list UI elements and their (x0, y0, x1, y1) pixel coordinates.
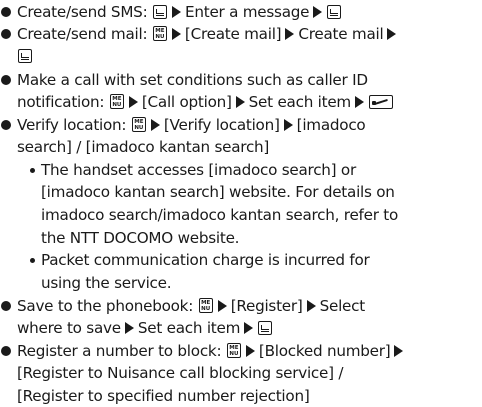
triangle-right-icon (394, 345, 404, 357)
item-label: Save to the phonebook: (17, 297, 194, 315)
note-text: the NTT DOCOMO website. (41, 229, 240, 247)
step-text: [Register to specified number rejection] (17, 387, 310, 405)
triangle-right-icon (244, 322, 254, 334)
triangle-right-icon (150, 119, 160, 131)
step-text: Enter a message (185, 3, 310, 21)
list-item-phonebook-cont: where to save Set each item (17, 317, 273, 339)
sub-bullet-icon (30, 168, 35, 173)
step-text: search] / [imadoco kantan search] (17, 138, 270, 156)
mail-key-icon (327, 5, 342, 19)
sub-note-cont: using the service. (41, 272, 172, 294)
mail-key-icon (258, 321, 273, 335)
menu-key-icon: ME NU (131, 117, 146, 132)
mail-key-icon (153, 5, 168, 19)
item-label: Create/send SMS: (17, 3, 148, 21)
step-text: [Register] (230, 297, 303, 315)
triangle-right-icon (306, 300, 316, 312)
mail-key-icon (18, 49, 32, 63)
triangle-right-icon (245, 345, 255, 357)
step-text: Set each item (248, 93, 352, 111)
item-label: Register a number to block: (17, 342, 222, 360)
triangle-right-icon (172, 6, 182, 18)
menu-key-icon: ME NU (152, 26, 167, 41)
sub-bullet-icon (30, 258, 35, 263)
triangle-right-icon (285, 28, 295, 40)
list-item-mail-cont (17, 45, 33, 67)
list-item-call-cont: notification: ME NU [Call option] Set each … (17, 91, 394, 113)
list-item-location-cont: search] / [imadoco kantan search] (17, 136, 269, 158)
item-label: Make a call with set conditions such as … (17, 71, 368, 89)
note-text: imadoco search/imadoco kantan search, re… (41, 206, 399, 224)
step-text: [imadoco (296, 116, 366, 134)
bullet-icon (1, 120, 11, 130)
bullet-icon (1, 29, 11, 39)
triangle-right-icon (235, 96, 245, 108)
triangle-right-icon (171, 28, 181, 40)
step-text: Set each item (137, 319, 241, 337)
bullet-icon (1, 7, 11, 17)
triangle-right-icon (354, 96, 364, 108)
triangle-right-icon (313, 6, 323, 18)
call-key-icon (368, 95, 393, 109)
note-text: Packet communication charge is incurred … (41, 251, 370, 269)
menu-key-icon: ME NU (226, 343, 241, 358)
list-item-block-cont: [Register to specified number rejection] (17, 385, 310, 407)
step-text: [Register to Nuisance call blocking serv… (17, 364, 344, 382)
triangle-right-icon (124, 322, 134, 334)
step-text: Create mail (298, 25, 384, 43)
step-text: [Verify location] (163, 116, 280, 134)
bullet-icon (1, 346, 11, 356)
list-item-block-cont: [Register to Nuisance call blocking serv… (17, 362, 344, 384)
triangle-right-icon (217, 300, 227, 312)
note-text: The handset accesses [imadoco search] or (41, 161, 356, 179)
note-text: [imadoco kantan search] website. For det… (41, 183, 395, 201)
step-text: where to save (17, 319, 121, 337)
item-label: Create/send mail: (17, 25, 148, 43)
step-text: [Blocked number] (258, 342, 391, 360)
step-text: [Create mail] (184, 25, 282, 43)
sub-note-cont: the NTT DOCOMO website. (41, 227, 240, 249)
bullet-icon (1, 301, 11, 311)
triangle-right-icon (387, 28, 397, 40)
sub-note-cont: imadoco search/imadoco kantan search, re… (41, 204, 398, 226)
item-label: Verify location: (17, 116, 127, 134)
sub-note-cont: [imadoco kantan search] website. For det… (41, 181, 395, 203)
step-text: Select (319, 297, 366, 315)
menu-key-icon: ME NU (109, 94, 124, 109)
menu-key-icon: ME NU (198, 298, 213, 313)
triangle-right-icon (128, 96, 138, 108)
step-text: [Call option] (141, 93, 232, 111)
note-text: using the service. (41, 274, 172, 292)
item-label: notification: (17, 93, 105, 111)
triangle-right-icon (283, 119, 293, 131)
bullet-icon (1, 75, 11, 85)
